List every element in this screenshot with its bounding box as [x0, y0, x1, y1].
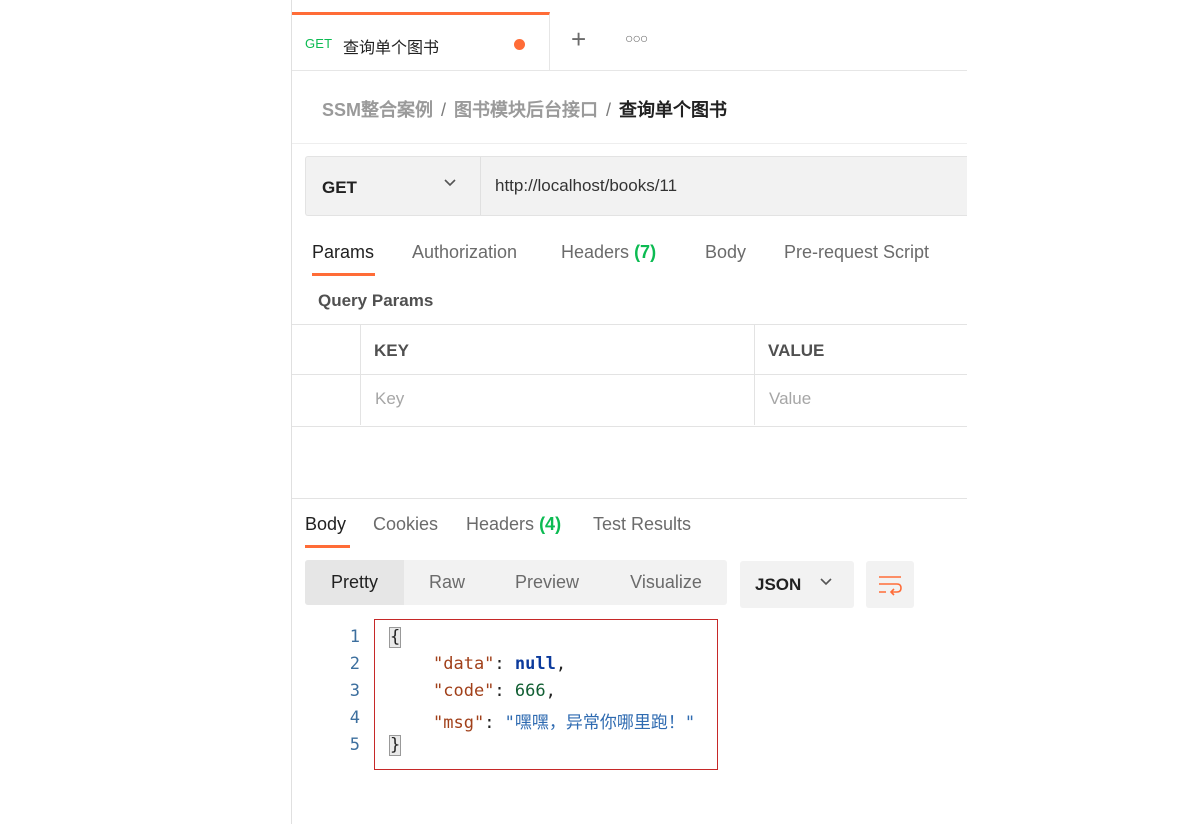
- tab-headers-label: Headers: [561, 242, 630, 262]
- http-method-select[interactable]: GET: [306, 157, 481, 215]
- active-tab-indicator: [312, 273, 375, 276]
- breadcrumb-item-folder[interactable]: 图书模块后台接口: [454, 100, 598, 120]
- visualize-button[interactable]: Visualize: [616, 560, 716, 605]
- language-label: JSON: [755, 575, 802, 594]
- unsaved-dot-icon: [514, 39, 525, 50]
- response-tab-headers-label: Headers: [466, 514, 535, 534]
- chevron-down-icon: [819, 574, 833, 593]
- url-input[interactable]: [480, 157, 966, 215]
- breadcrumb: SSM整合案例 / 图书模块后台接口 / 查询单个图书: [322, 96, 727, 122]
- line-number: 1: [349, 627, 360, 647]
- tab-body[interactable]: Body: [705, 242, 746, 263]
- breadcrumb-item-current: 查询单个图书: [619, 100, 728, 120]
- line-number: 2: [349, 654, 360, 674]
- request-tab-bar: GET 查询单个图书 + ○○○: [292, 12, 967, 71]
- preview-button[interactable]: Preview: [498, 560, 596, 605]
- response-divider[interactable]: [292, 498, 967, 499]
- tab-pre-request-script[interactable]: Pre-request Script: [784, 242, 929, 263]
- active-tab-indicator: [305, 545, 350, 548]
- raw-button[interactable]: Raw: [411, 560, 483, 605]
- response-tab-test-results[interactable]: Test Results: [593, 514, 691, 535]
- request-tab-title: 查询单个图书: [343, 40, 440, 57]
- query-params-title: Query Params: [318, 291, 434, 310]
- request-tab[interactable]: GET 查询单个图书: [292, 12, 550, 70]
- column-header-value: VALUE: [768, 341, 825, 360]
- column-header-key: KEY: [374, 341, 409, 360]
- response-tab-headers-count: (4): [539, 514, 562, 534]
- response-tab-headers[interactable]: Headers (4): [466, 514, 561, 535]
- divider: [292, 143, 967, 144]
- tab-headers[interactable]: Headers (7): [561, 242, 656, 263]
- request-tab-method: GET: [305, 36, 333, 51]
- line-number: 5: [349, 735, 360, 755]
- more-horizontal-icon[interactable]: ○○○: [625, 30, 648, 46]
- pretty-button[interactable]: Pretty: [305, 560, 404, 605]
- line-number: 4: [349, 708, 360, 728]
- breadcrumb-separator: /: [441, 100, 447, 120]
- table-divider: [292, 374, 967, 375]
- breadcrumb-separator: /: [606, 100, 612, 120]
- table-divider: [360, 325, 361, 425]
- table-divider: [754, 325, 755, 425]
- url-bar: GET: [305, 156, 967, 216]
- tab-headers-count: (7): [634, 242, 657, 262]
- breadcrumb-item-collection[interactable]: SSM整合案例: [322, 100, 433, 120]
- postman-request-panel: GET 查询单个图书 + ○○○ SSM整合案例 / 图书模块后台接口 / 查询单个图书…: [291, 0, 967, 824]
- response-language-select[interactable]: JSON: [740, 561, 854, 608]
- response-tab-body[interactable]: Body: [305, 514, 346, 535]
- plus-icon[interactable]: +: [571, 26, 586, 52]
- annotation-highlight-box: [374, 619, 718, 770]
- line-number: 3: [349, 681, 360, 701]
- chevron-down-icon: [443, 175, 457, 194]
- wrap-lines-icon[interactable]: [866, 561, 914, 608]
- response-tab-cookies[interactable]: Cookies: [373, 514, 438, 535]
- key-input[interactable]: Key: [375, 389, 404, 409]
- tab-params[interactable]: Params: [312, 242, 374, 263]
- tab-authorization[interactable]: Authorization: [412, 242, 517, 263]
- value-input[interactable]: Value: [769, 389, 811, 409]
- query-params-table: KEY VALUE Key Value: [292, 324, 967, 427]
- http-method-label: GET: [322, 178, 357, 197]
- response-format-group: Pretty Raw Preview Visualize: [305, 560, 727, 605]
